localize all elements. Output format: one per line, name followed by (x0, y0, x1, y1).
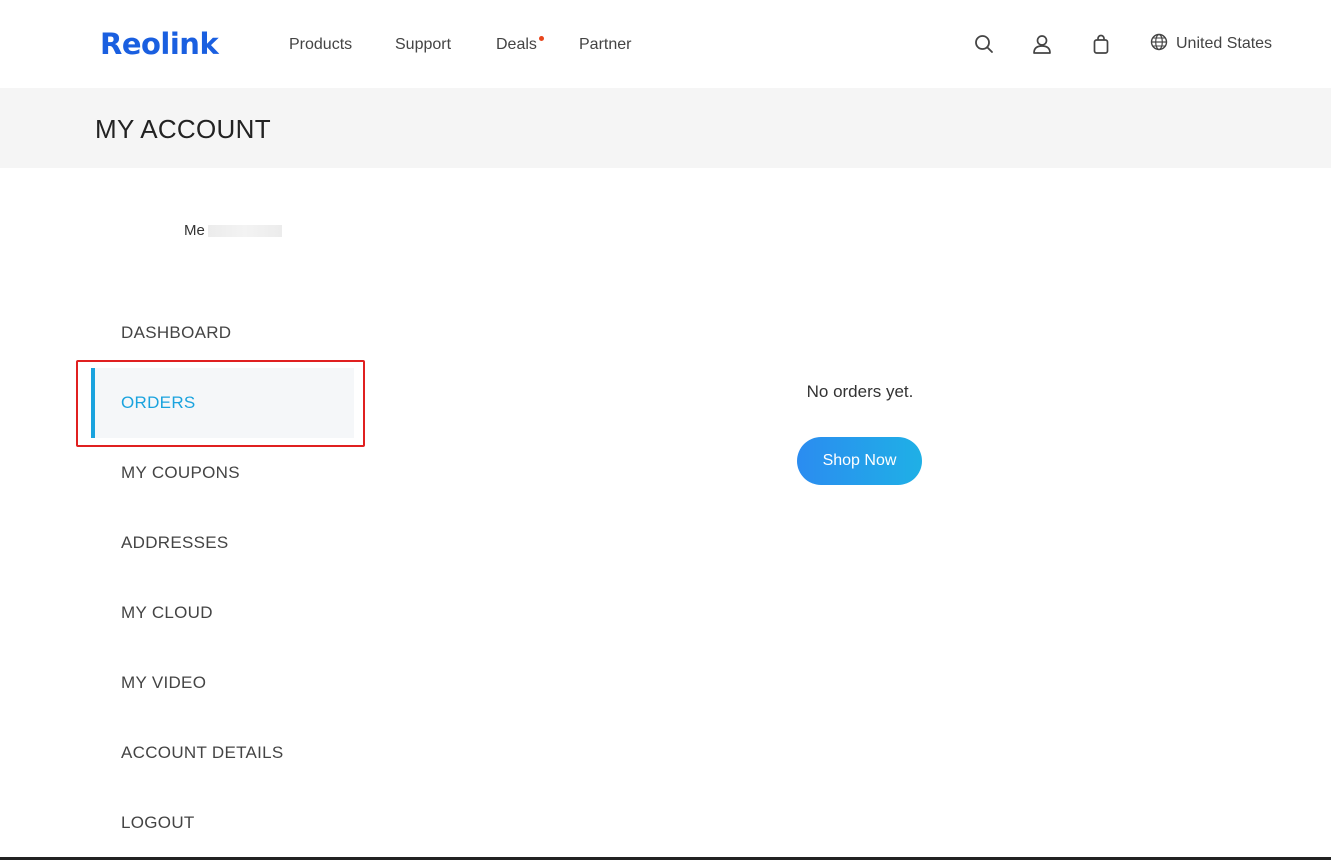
search-icon[interactable] (973, 33, 995, 55)
sidebar-item-orders[interactable]: ORDERS (91, 368, 354, 438)
user-name: Me (184, 222, 205, 239)
nav-support[interactable]: Support (395, 35, 451, 55)
page-title: MY ACCOUNT (95, 114, 271, 144)
sidebar-item-account-details[interactable]: ACCOUNT DETAILS (91, 718, 354, 788)
nav-deals[interactable]: Deals (496, 35, 537, 55)
sidebar-item-my-cloud[interactable]: MY CLOUD (91, 578, 354, 648)
empty-orders-message: No orders yet. (806, 382, 914, 401)
region-selector[interactable]: United States (1150, 33, 1272, 55)
sidebar-item-logout[interactable]: LOGOUT (91, 788, 354, 858)
site-header: Reolink Products Support Deals Partner U… (0, 0, 1331, 88)
nav-products[interactable]: Products (289, 35, 352, 55)
region-label: United States (1176, 35, 1273, 52)
reolink-logo[interactable]: Reolink (100, 26, 219, 62)
cart-icon[interactable] (1090, 33, 1112, 55)
sidebar-item-addresses[interactable]: ADDRESSES (91, 508, 354, 578)
globe-icon (1150, 33, 1168, 56)
sidebar-item-dashboard[interactable]: DASHBOARD (91, 298, 354, 368)
sidebar-item-my-coupons[interactable]: MY COUPONS (91, 438, 354, 508)
redacted-name (208, 225, 282, 237)
sidebar-item-my-video[interactable]: MY VIDEO (91, 648, 354, 718)
page-banner: MY ACCOUNT (0, 88, 1331, 168)
account-icon[interactable] (1031, 33, 1053, 55)
nav-partner[interactable]: Partner (579, 35, 631, 55)
shop-now-button[interactable]: Shop Now (797, 437, 922, 485)
deals-badge-dot (539, 36, 544, 41)
